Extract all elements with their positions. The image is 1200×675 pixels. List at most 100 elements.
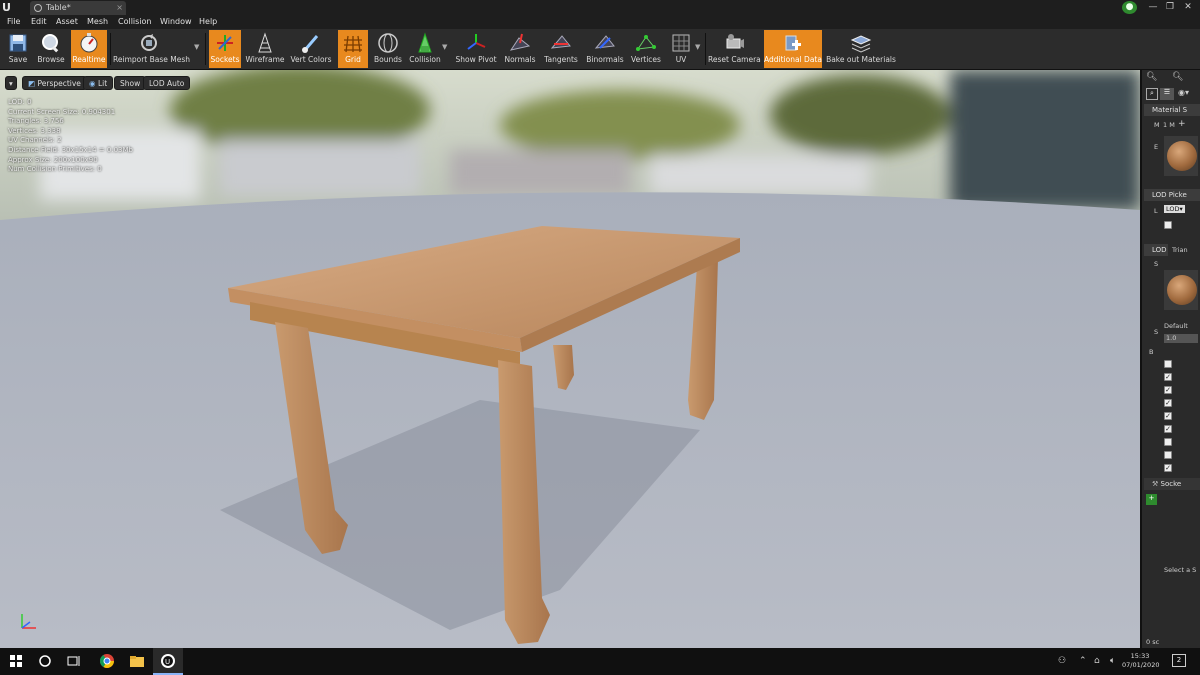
- lod0-header[interactable]: LOD 0: [1144, 244, 1168, 256]
- tangents-toggle[interactable]: Tangents: [542, 30, 580, 68]
- clock-time: 15:33: [1130, 652, 1150, 660]
- vertices-toggle[interactable]: Vertices: [629, 30, 663, 68]
- search-icon[interactable]: 🔍︎: [1146, 72, 1157, 82]
- screen-size-field[interactable]: 1.0: [1164, 334, 1198, 343]
- build-setting-checkbox[interactable]: ✓: [1164, 425, 1172, 433]
- vert-colors-icon: [302, 35, 319, 53]
- stats-line: UV Channels: 2: [8, 136, 62, 145]
- material-slots-header[interactable]: Material S: [1144, 104, 1200, 116]
- build-settings-label: B: [1149, 348, 1154, 356]
- menu-collision[interactable]: Collision: [118, 15, 152, 29]
- material-thumbnail[interactable]: [1164, 136, 1198, 176]
- build-setting-checkbox[interactable]: ✓: [1164, 412, 1172, 420]
- static-mesh-icon: [34, 4, 42, 12]
- tab-close-icon[interactable]: ×: [116, 1, 123, 15]
- uv-button[interactable]: UV: [667, 30, 695, 68]
- details-search-icon[interactable]: ⌕: [1146, 88, 1158, 100]
- close-button[interactable]: ✕: [1181, 0, 1195, 14]
- screen-size-label: S: [1154, 328, 1159, 336]
- normals-icon: [509, 33, 531, 51]
- menu-asset[interactable]: Asset: [56, 15, 78, 29]
- menu-file[interactable]: File: [7, 15, 20, 29]
- menu-bar: File Edit Asset Mesh Collision Window He…: [0, 15, 1200, 29]
- bake-out-materials-button[interactable]: Bake out Materials: [826, 30, 896, 68]
- additional-data-toggle[interactable]: Additional Data: [764, 30, 822, 68]
- clock-date: 07/01/2020: [1122, 661, 1160, 669]
- build-setting-checkbox[interactable]: [1164, 360, 1172, 368]
- collision-button[interactable]: Collision: [408, 30, 442, 68]
- minimize-button[interactable]: —: [1146, 0, 1160, 14]
- build-setting-checkbox[interactable]: [1164, 451, 1172, 459]
- collision-dropdown-arrow-icon[interactable]: ▼: [442, 43, 447, 51]
- file-explorer-icon[interactable]: [129, 653, 145, 669]
- build-setting-checkbox[interactable]: ✓: [1164, 399, 1172, 407]
- element-label: E: [1154, 143, 1159, 151]
- save-button[interactable]: Save: [4, 30, 32, 68]
- section-label: S: [1154, 260, 1159, 268]
- realtime-icon: [80, 33, 98, 53]
- clock[interactable]: 15:33 07/01/2020: [1122, 652, 1160, 670]
- normals-toggle[interactable]: Normals: [503, 30, 537, 68]
- chrome-icon[interactable]: [99, 653, 115, 669]
- lod-auto-button[interactable]: LOD Auto: [143, 76, 191, 90]
- vert-colors-toggle[interactable]: Vert Colors: [289, 30, 333, 68]
- build-setting-checkbox[interactable]: ✓: [1164, 386, 1172, 394]
- network-icon[interactable]: ⌂: [1094, 656, 1100, 666]
- bounds-toggle[interactable]: Bounds: [372, 30, 404, 68]
- unreal-taskbar-button[interactable]: U: [153, 648, 183, 675]
- custom-lod-checkbox[interactable]: [1164, 221, 1172, 229]
- wireframe-toggle[interactable]: Wireframe: [245, 30, 285, 68]
- sockets-toggle[interactable]: Sockets: [209, 30, 241, 68]
- document-tab[interactable]: Table* ×: [30, 1, 126, 15]
- search-icon[interactable]: [37, 653, 53, 669]
- tangents-icon: [550, 35, 571, 49]
- show-button[interactable]: Show: [114, 76, 147, 90]
- menu-window[interactable]: Window: [160, 15, 192, 29]
- lit-button[interactable]: ◉ Lit: [83, 76, 114, 90]
- source-control-status-icon[interactable]: ●: [1122, 1, 1137, 14]
- socket-icon: ⚒: [1152, 480, 1161, 488]
- show-pivot-toggle[interactable]: Show Pivot: [455, 30, 497, 68]
- viewport-options-button[interactable]: ▾: [5, 76, 17, 90]
- toolbar: Save Browse Realtime Reimport Base Mesh …: [0, 29, 1200, 70]
- browse-button[interactable]: Browse: [35, 30, 67, 68]
- build-setting-checkbox[interactable]: ✓: [1164, 464, 1172, 472]
- reset-camera-button[interactable]: Reset Camera: [708, 30, 761, 68]
- menu-help[interactable]: Help: [199, 15, 217, 29]
- axis-gizmo-icon: [21, 614, 36, 629]
- notification-center-icon[interactable]: 2: [1172, 654, 1186, 667]
- maximize-button[interactable]: ❐: [1163, 0, 1177, 14]
- stats-line: Approx Size: 200x100x90: [8, 155, 98, 164]
- reimport-base-mesh-button[interactable]: Reimport Base Mesh: [113, 30, 190, 68]
- lod-picker-header[interactable]: LOD Picke: [1144, 189, 1200, 201]
- toolbar-separator: [110, 33, 111, 65]
- grid-toggle[interactable]: Grid: [338, 30, 368, 68]
- visibility-eye-icon[interactable]: ◉▾: [1178, 88, 1189, 97]
- volume-icon[interactable]: 🔈︎: [1110, 656, 1115, 666]
- stats-line: Vertices: 3,338: [8, 126, 61, 135]
- menu-edit[interactable]: Edit: [31, 15, 47, 29]
- lod-label: L: [1154, 207, 1158, 215]
- material-count: 1 M: [1163, 121, 1175, 129]
- realtime-button[interactable]: Realtime: [71, 30, 107, 68]
- unreal-logo-icon[interactable]: U: [2, 1, 16, 14]
- build-setting-checkbox[interactable]: ✓: [1164, 373, 1172, 381]
- list-view-icon[interactable]: ☰: [1160, 88, 1174, 100]
- task-view-icon[interactable]: [66, 653, 82, 669]
- mesh-viewport[interactable]: ▾ ◩ Perspective ◉ Lit Show LOD Auto LOD:…: [0, 70, 1140, 648]
- perspective-button[interactable]: ◩ Perspective: [22, 76, 87, 90]
- people-icon[interactable]: ⚇: [1058, 656, 1066, 666]
- windows-start-icon[interactable]: [8, 653, 24, 669]
- uv-dropdown-arrow-icon[interactable]: ▼: [695, 43, 700, 51]
- binormals-toggle[interactable]: Binormals: [585, 30, 625, 68]
- lock-icon[interactable]: 🔍︎: [1172, 72, 1183, 82]
- lod0-material-thumbnail[interactable]: [1164, 270, 1198, 310]
- lod-dropdown[interactable]: LOD▾: [1164, 205, 1185, 213]
- tray-expand-icon[interactable]: ⌃: [1079, 656, 1087, 666]
- build-setting-checkbox[interactable]: [1164, 438, 1172, 446]
- reimport-dropdown-arrow-icon[interactable]: ▼: [194, 43, 199, 51]
- menu-mesh[interactable]: Mesh: [87, 15, 108, 29]
- create-socket-button[interactable]: +: [1146, 494, 1157, 505]
- add-material-icon[interactable]: +: [1178, 119, 1186, 129]
- socket-manager-header[interactable]: ⚒ Socke: [1144, 478, 1200, 490]
